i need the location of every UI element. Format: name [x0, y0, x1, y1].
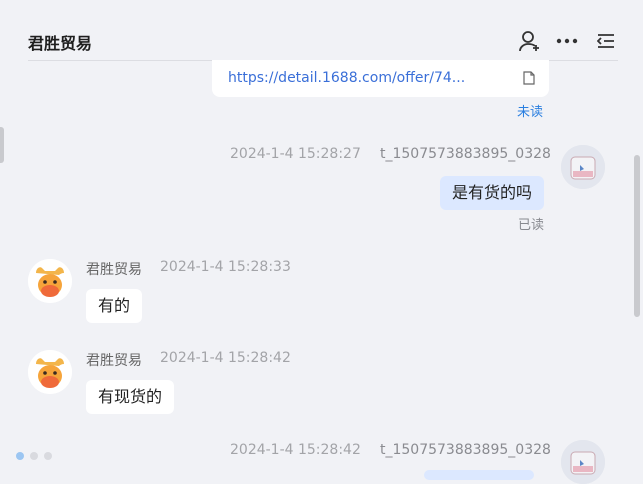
link-url[interactable]: https://detail.1688.com/offer/74...	[228, 70, 508, 86]
user-avatar[interactable]	[561, 145, 605, 189]
user-plus-icon[interactable]	[518, 30, 542, 52]
loading-dot	[30, 452, 38, 460]
message-sender: t_1507573883895_0328	[380, 146, 551, 162]
loading-dot	[16, 452, 24, 460]
message-time: 2024-1-4 15:28:33	[160, 259, 291, 275]
link-card[interactable]: https://detail.1688.com/offer/74...	[212, 60, 549, 97]
shop-avatar[interactable]	[28, 259, 72, 303]
loading-indicator	[16, 452, 52, 460]
menu-list-icon[interactable]	[594, 30, 618, 52]
message-time: 2024-1-4 15:28:42	[160, 350, 291, 366]
message-sender: 君胜贸易	[86, 353, 142, 369]
incoming-message-bubble[interactable]: 有现货的	[86, 380, 175, 414]
outgoing-message-bubble[interactable]: 是有货的吗	[440, 176, 545, 210]
chat-scrollbar[interactable]	[634, 155, 640, 317]
loading-dot	[44, 452, 52, 460]
message-status-unread: 未读	[517, 105, 544, 120]
message-sender: t_1507573883895_0328	[380, 442, 551, 458]
message-time: 2024-1-4 15:28:27	[230, 146, 361, 162]
panel-resize-handle[interactable]	[0, 127, 4, 163]
incoming-message-bubble[interactable]: 有的	[86, 289, 143, 323]
chat-title: 君胜贸易	[28, 34, 93, 53]
message-time: 2024-1-4 15:28:42	[230, 442, 361, 458]
document-icon	[523, 70, 535, 85]
outgoing-message-bubble[interactable]	[424, 470, 534, 480]
chat-header: 君胜贸易	[28, 0, 618, 61]
more-horizontal-icon[interactable]	[555, 30, 579, 52]
message-sender: 君胜贸易	[86, 262, 142, 278]
shop-avatar[interactable]	[28, 350, 72, 394]
message-status-read: 已读	[518, 218, 545, 233]
user-avatar[interactable]	[561, 440, 605, 484]
